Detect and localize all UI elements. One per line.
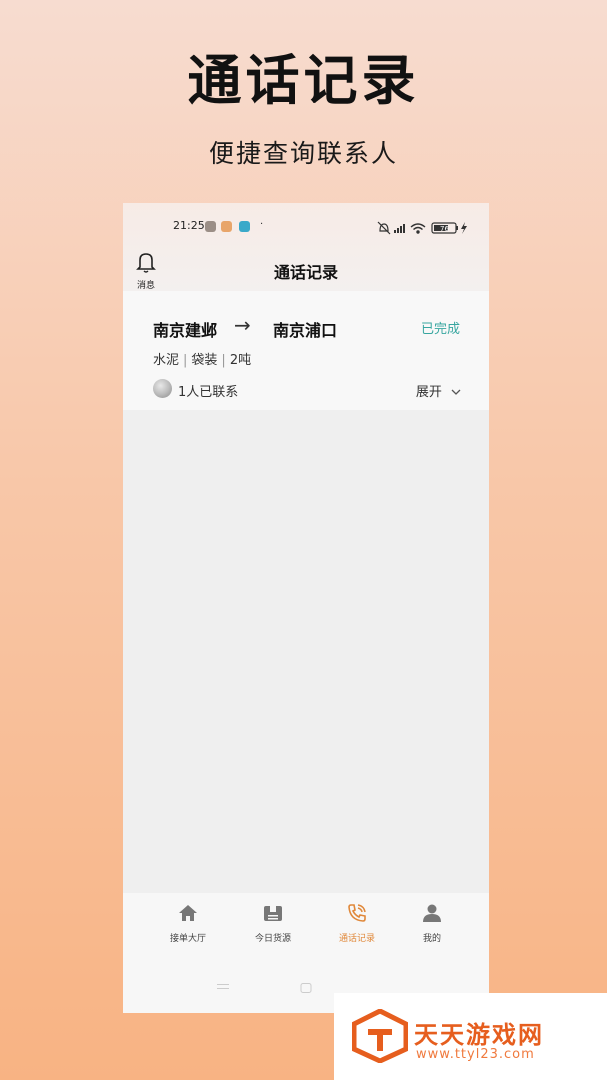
phone-screen: 21:25 · 76 消息 通话记录 南京建邺 → 南京浦口 已完成 水泥 | … [123, 203, 489, 1013]
contacted-count: 1人已联系 [178, 385, 239, 400]
charging-icon [461, 222, 467, 234]
route-arrow: → [234, 313, 251, 337]
menu-icon[interactable] [217, 983, 229, 993]
phone-call-icon [348, 904, 366, 922]
battery-icon: 76 [431, 222, 458, 234]
watermark: 天天游戏网 www.ttyl23.com [334, 993, 607, 1080]
status-bar: 21:25 · 76 [123, 217, 489, 237]
tab-label: 我的 [422, 934, 441, 944]
cargo-specs: 水泥 | 袋装 | 2吨 [153, 353, 252, 368]
cargo-packaging: 袋装 [191, 353, 218, 368]
wifi-icon [410, 223, 426, 234]
tab-order-hall[interactable]: 接单大厅 [146, 903, 230, 945]
tab-label: 接单大厅 [169, 934, 206, 944]
home-button-icon[interactable] [300, 983, 312, 993]
notification-app-icon [221, 221, 232, 232]
watermark-logo-icon [352, 1009, 408, 1063]
notification-app-icon [205, 221, 216, 232]
expand-button[interactable]: 展开 [416, 381, 461, 400]
watermark-url: www.ttyl23.com [416, 1047, 535, 1062]
tab-today-cargo[interactable]: 今日货源 [231, 903, 315, 945]
route-origin: 南京建邺 [153, 321, 218, 340]
tab-call-records[interactable]: 通话记录 [315, 903, 399, 945]
watermark-name: 天天游戏网 [414, 1021, 544, 1049]
cargo-box-icon [264, 906, 282, 921]
status-icons: 76 [377, 220, 473, 235]
tab-mine[interactable]: 我的 [390, 903, 474, 945]
page-title: 通话记录 [273, 263, 338, 282]
cargo-goods: 水泥 [153, 353, 180, 368]
promo-headline: 通话记录 [187, 49, 420, 112]
call-record-card[interactable]: 南京建邺 → 南京浦口 已完成 水泥 | 袋装 | 2吨 1人已联系 展开 [123, 291, 489, 410]
notification-app-icon [239, 221, 250, 232]
status-time: 21:25 [173, 219, 205, 232]
home-icon [179, 905, 197, 921]
app-header: 21:25 · 76 消息 通话记录 [123, 203, 489, 293]
expand-label: 展开 [415, 385, 442, 400]
route-destination: 南京浦口 [273, 321, 338, 340]
tab-label: 通话记录 [338, 934, 375, 944]
mute-icon [377, 221, 391, 235]
battery-level: 76 [440, 225, 449, 233]
status-badge: 已完成 [420, 322, 460, 337]
avatar [153, 379, 172, 398]
promo-subline: 便捷查询联系人 [208, 139, 398, 168]
signal-icon [394, 224, 405, 233]
chevron-down-icon [451, 389, 461, 395]
tab-label: 今日货源 [254, 934, 291, 944]
cargo-weight: 2吨 [229, 353, 252, 368]
user-icon [423, 904, 441, 922]
status-dot: · [260, 219, 264, 230]
